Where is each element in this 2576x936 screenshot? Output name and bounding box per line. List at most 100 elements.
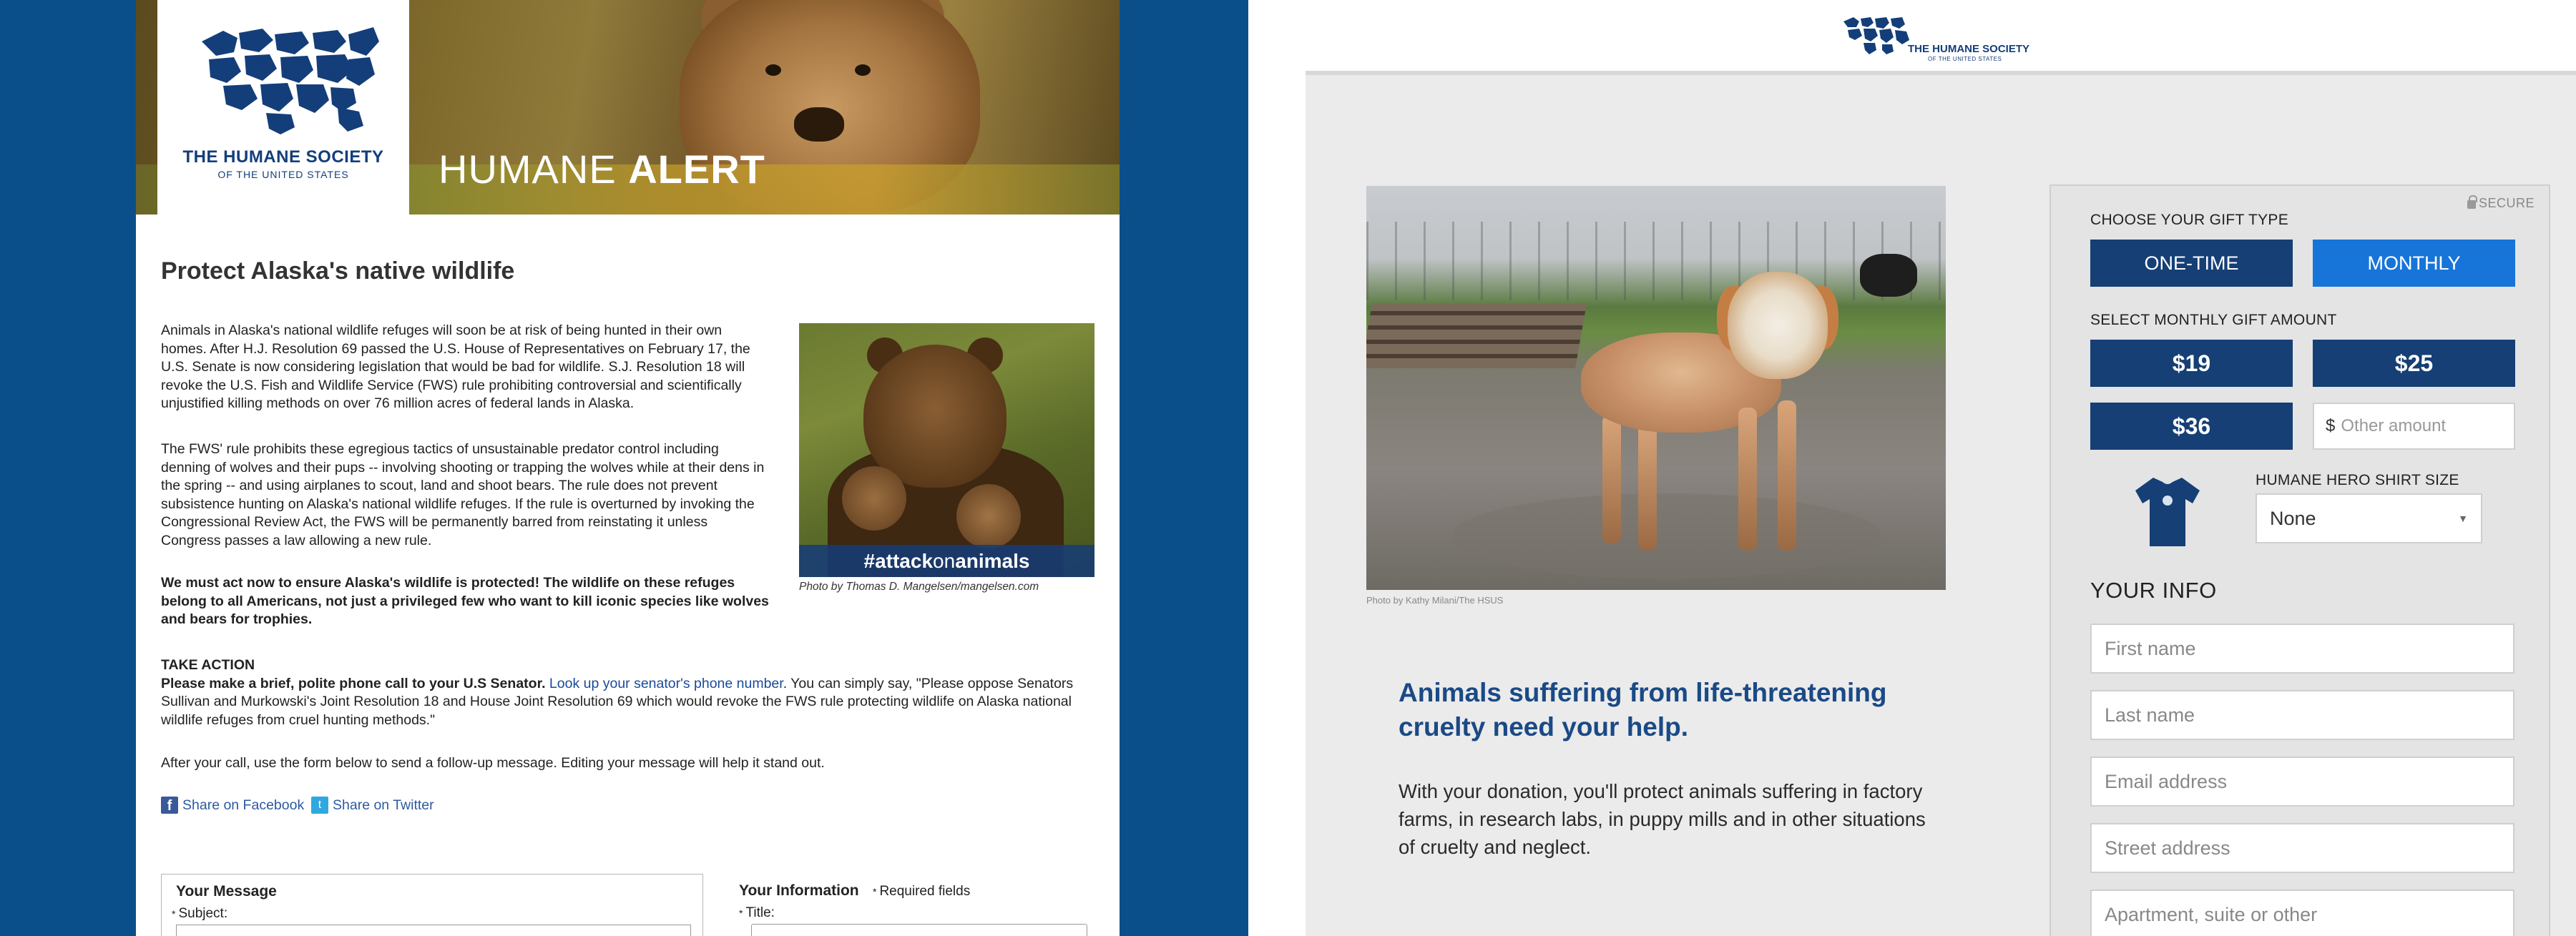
alert-email-panel: THE HUMANE SOCIETY OF THE UNITED STATES … — [0, 0, 1248, 936]
paragraph-call-to-act: We must act now to ensure Alaska's wildl… — [161, 575, 769, 627]
last-name-input[interactable] — [2092, 691, 2513, 739]
title-bold: ALERT — [628, 147, 765, 192]
animal-map-icon — [1843, 17, 1909, 54]
shirt-size-select[interactable]: None ▼ — [2256, 493, 2482, 543]
bear-eye — [855, 64, 871, 76]
paragraph-intro: Animals in Alaska's national wildlife re… — [161, 322, 750, 411]
required-fields-note: * Required fields — [873, 884, 970, 900]
take-action-heading: TAKE ACTION — [161, 657, 255, 673]
mud-puddle — [1452, 493, 1881, 579]
monthly-button[interactable]: MONTHLY — [2313, 240, 2515, 287]
page-title: Protect Alaska's native wildlife — [161, 257, 515, 285]
bear-head — [863, 345, 1007, 488]
cub — [842, 466, 906, 531]
required-fields-text: Required fields — [879, 884, 971, 899]
title-label-text: Title: — [745, 905, 775, 920]
tshirt-icon — [2135, 478, 2200, 546]
logo-subtitle: OF THE UNITED STATES — [217, 169, 349, 180]
gift-type-label: CHOOSE YOUR GIFT TYPE — [2090, 212, 2289, 228]
appeal-body: With your donation, you'll protect anima… — [1399, 780, 1926, 858]
pallet — [1366, 304, 1587, 368]
share-facebook-link[interactable]: f Share on Facebook — [161, 797, 304, 814]
top-bar: THE HUMANE SOCIETY OF THE UNITED STATES — [1306, 0, 2576, 75]
your-info-heading: YOUR INFO — [2090, 578, 2217, 603]
bear-eye — [765, 64, 781, 76]
senator-lookup-link[interactable]: Look up your senator's phone number — [549, 676, 783, 691]
fence — [1366, 222, 1946, 300]
donation-form: SECURE CHOOSE YOUR GIFT TYPE ONE-TIME MO… — [2049, 184, 2550, 936]
amount-36-button[interactable]: $36 — [2090, 403, 2293, 450]
donation-page-panel: THE HUMANE SOCIETY OF THE UNITED STATES … — [1306, 0, 2576, 936]
appeal-heading: Animals suffering from life-threatening … — [1399, 678, 1887, 742]
hsus-logo: THE HUMANE SOCIETY OF THE UNITED STATES — [157, 0, 409, 215]
facebook-icon: f — [161, 797, 178, 814]
last-name-field[interactable] — [2090, 690, 2514, 740]
subject-label: * Subject: — [172, 906, 227, 922]
bear-nose — [794, 107, 844, 142]
logo-subtitle-small: OF THE UNITED STATES — [1928, 56, 2002, 62]
your-message-title: Your Message — [176, 883, 277, 900]
apartment-field[interactable] — [2090, 890, 2514, 936]
dog-photo — [1366, 186, 1946, 590]
humane-alert-title: HUMANE ALERT — [439, 146, 765, 192]
shirt-size-value: None — [2270, 507, 2316, 529]
required-star: * — [873, 886, 877, 897]
gift-amount-label: SELECT MONTHLY GIFT AMOUNT — [2090, 312, 2337, 328]
other-amount-field[interactable]: $ — [2313, 403, 2515, 450]
lock-icon — [2467, 194, 2477, 209]
title-select[interactable] — [751, 924, 1087, 936]
background-dog — [1860, 254, 1917, 297]
required-star: * — [172, 908, 176, 920]
take-action-strong: Please make a brief, polite phone call t… — [161, 675, 546, 691]
paragraph-rule: The FWS' rule prohibits these egregious … — [161, 441, 765, 548]
dog-leg — [1638, 422, 1657, 551]
chevron-down-icon: ▼ — [2458, 513, 2468, 524]
your-message-box: Your Message * Subject: — [161, 874, 703, 936]
required-star: * — [739, 907, 743, 919]
logo-name-small: THE HUMANE SOCIETY — [1908, 43, 2030, 55]
paragraph-followup: After your call, use the form below to s… — [161, 755, 825, 771]
currency-symbol: $ — [2326, 416, 2336, 435]
logo-name: THE HUMANE SOCIETY — [182, 147, 384, 167]
hashtag-a: #attack — [863, 550, 934, 572]
cub — [956, 484, 1021, 548]
hashtag-c: animals — [955, 550, 1030, 572]
dog-leg — [1738, 408, 1757, 551]
first-name-field[interactable] — [2090, 624, 2514, 674]
subject-label-text: Subject: — [178, 906, 228, 921]
shirt-size-label: HUMANE HERO SHIRT SIZE — [2256, 472, 2459, 488]
secure-label: SECURE — [2478, 196, 2535, 210]
animal-map-icon — [202, 27, 379, 134]
header-banner: THE HUMANE SOCIETY OF THE UNITED STATES … — [136, 0, 1120, 215]
email-input[interactable] — [2092, 758, 2513, 805]
your-information-title: Your Information — [739, 882, 859, 899]
hashtag-b: on — [933, 550, 956, 572]
share-twitter-link[interactable]: t Share on Twitter — [311, 797, 434, 814]
share-facebook-label: Share on Facebook — [182, 797, 305, 813]
amount-25-button[interactable]: $25 — [2313, 340, 2515, 387]
hashtag-banner: #attackonanimals — [799, 545, 1094, 577]
email-container: THE HUMANE SOCIETY OF THE UNITED STATES … — [136, 0, 1120, 936]
bear-family-photo: #attackonanimals — [799, 323, 1094, 577]
amount-19-button[interactable]: $19 — [2090, 340, 2293, 387]
dog-leg — [1602, 415, 1621, 543]
screenshot-root: { "left": { "logo": {"name": "THE HUMANE… — [0, 0, 2576, 936]
other-amount-input[interactable] — [2341, 416, 2499, 436]
street-address-input[interactable] — [2092, 824, 2513, 872]
street-address-field[interactable] — [2090, 823, 2514, 873]
dog-leg — [1778, 400, 1796, 551]
photo-credit: Photo by Thomas D. Mangelsen/mangelsen.c… — [799, 581, 1039, 593]
apartment-input[interactable] — [2092, 891, 2513, 936]
take-action-section: TAKE ACTION Please make a brief, polite p… — [161, 656, 1098, 729]
photo-credit: Photo by Kathy Milani/The HSUS — [1366, 595, 1504, 606]
first-name-input[interactable] — [2092, 625, 2513, 672]
title-label: * Title: — [739, 905, 775, 921]
secure-badge: SECURE — [2467, 194, 2535, 211]
share-twitter-label: Share on Twitter — [333, 797, 434, 813]
one-time-button[interactable]: ONE-TIME — [2090, 240, 2293, 287]
subject-input[interactable] — [176, 925, 691, 936]
hsus-logo-small[interactable]: THE HUMANE SOCIETY OF THE UNITED STATES — [1842, 16, 2049, 66]
title-light: HUMANE — [439, 147, 629, 192]
email-field[interactable] — [2090, 757, 2514, 807]
twitter-icon: t — [311, 797, 328, 814]
